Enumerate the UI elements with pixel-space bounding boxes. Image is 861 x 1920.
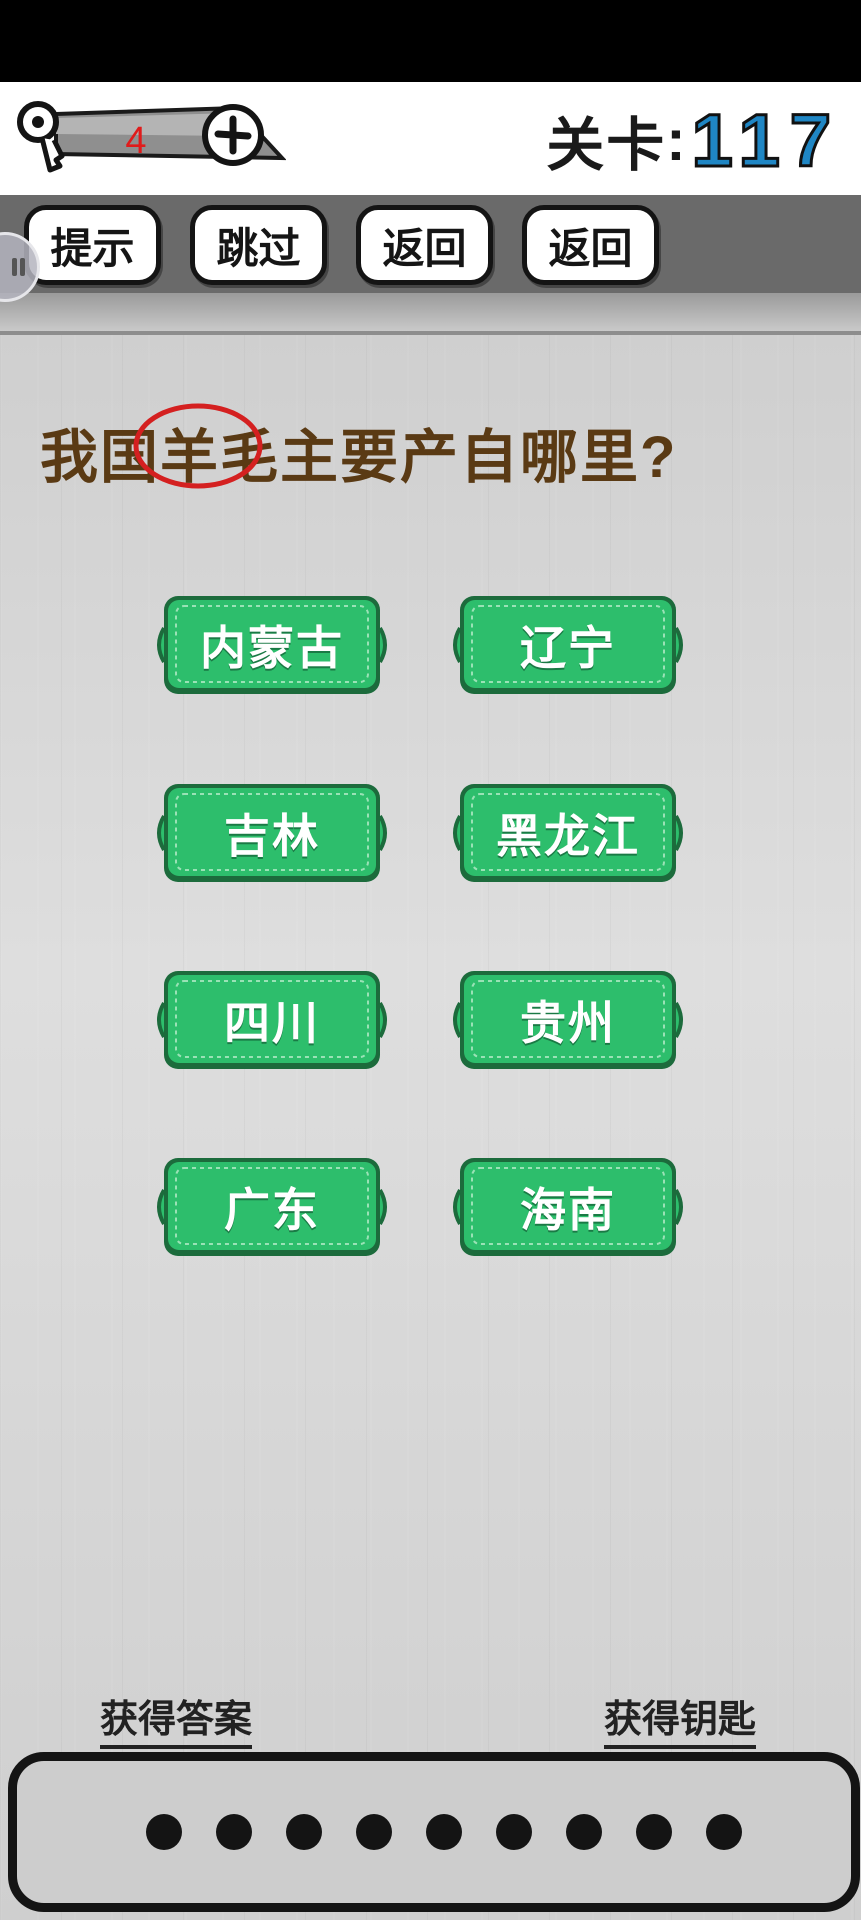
option-button[interactable]: 海南 — [450, 1152, 686, 1262]
answer-slot — [286, 1814, 322, 1850]
get-key-link[interactable]: 获得钥匙 — [604, 1688, 757, 1749]
option-label: 贵州 — [520, 997, 616, 1049]
answer-slots — [17, 1761, 851, 1903]
option-label: 辽宁 — [520, 622, 616, 674]
option-label: 四川 — [224, 997, 320, 1049]
option-button[interactable]: 内蒙古 — [154, 590, 390, 700]
option-button[interactable]: 广东 — [154, 1152, 390, 1262]
option-button[interactable]: 贵州 — [450, 965, 686, 1075]
toolbar-shadow — [0, 293, 861, 335]
answer-slot — [496, 1814, 532, 1850]
red-circle-mark[interactable] — [130, 400, 266, 492]
answer-slot — [146, 1814, 182, 1850]
status-bar — [0, 0, 861, 82]
key-meter: 4 — [16, 100, 286, 180]
option-label: 广东 — [224, 1184, 320, 1236]
back-button-2[interactable]: 返回 — [522, 205, 659, 285]
key-count: 4 — [125, 120, 147, 162]
answer-slot — [356, 1814, 392, 1850]
plus-icon[interactable] — [198, 102, 268, 172]
option-label: 内蒙古 — [200, 622, 344, 674]
answer-slot — [566, 1814, 602, 1850]
answer-slot — [706, 1814, 742, 1850]
skip-button[interactable]: 跳过 — [190, 205, 327, 285]
top-bar: 4 关卡 : 117 — [0, 82, 861, 195]
hint-button[interactable]: 提示 — [24, 205, 161, 285]
level-number: 117 — [690, 97, 841, 183]
game-board — [0, 335, 861, 1920]
option-button[interactable]: 吉林 — [154, 778, 390, 888]
answer-slot — [216, 1814, 252, 1850]
option-button[interactable]: 四川 — [154, 965, 390, 1075]
answer-slot — [426, 1814, 462, 1850]
option-label: 吉林 — [224, 810, 320, 862]
option-button[interactable]: 辽宁 — [450, 590, 686, 700]
key-icon — [17, 101, 65, 173]
option-label: 黑龙江 — [496, 810, 640, 862]
back-button-1[interactable]: 返回 — [356, 205, 493, 285]
level-indicator: 关卡 : 117 — [546, 97, 841, 183]
option-label: 海南 — [520, 1184, 616, 1236]
level-label: 关卡 — [546, 113, 667, 178]
answer-box — [8, 1752, 860, 1912]
toolbar: 提示 跳过 返回 返回 — [0, 195, 861, 293]
answer-slot — [636, 1814, 672, 1850]
level-separator: : — [666, 107, 686, 173]
get-answer-link[interactable]: 获得答案 — [100, 1688, 253, 1749]
option-button[interactable]: 黑龙江 — [450, 778, 686, 888]
